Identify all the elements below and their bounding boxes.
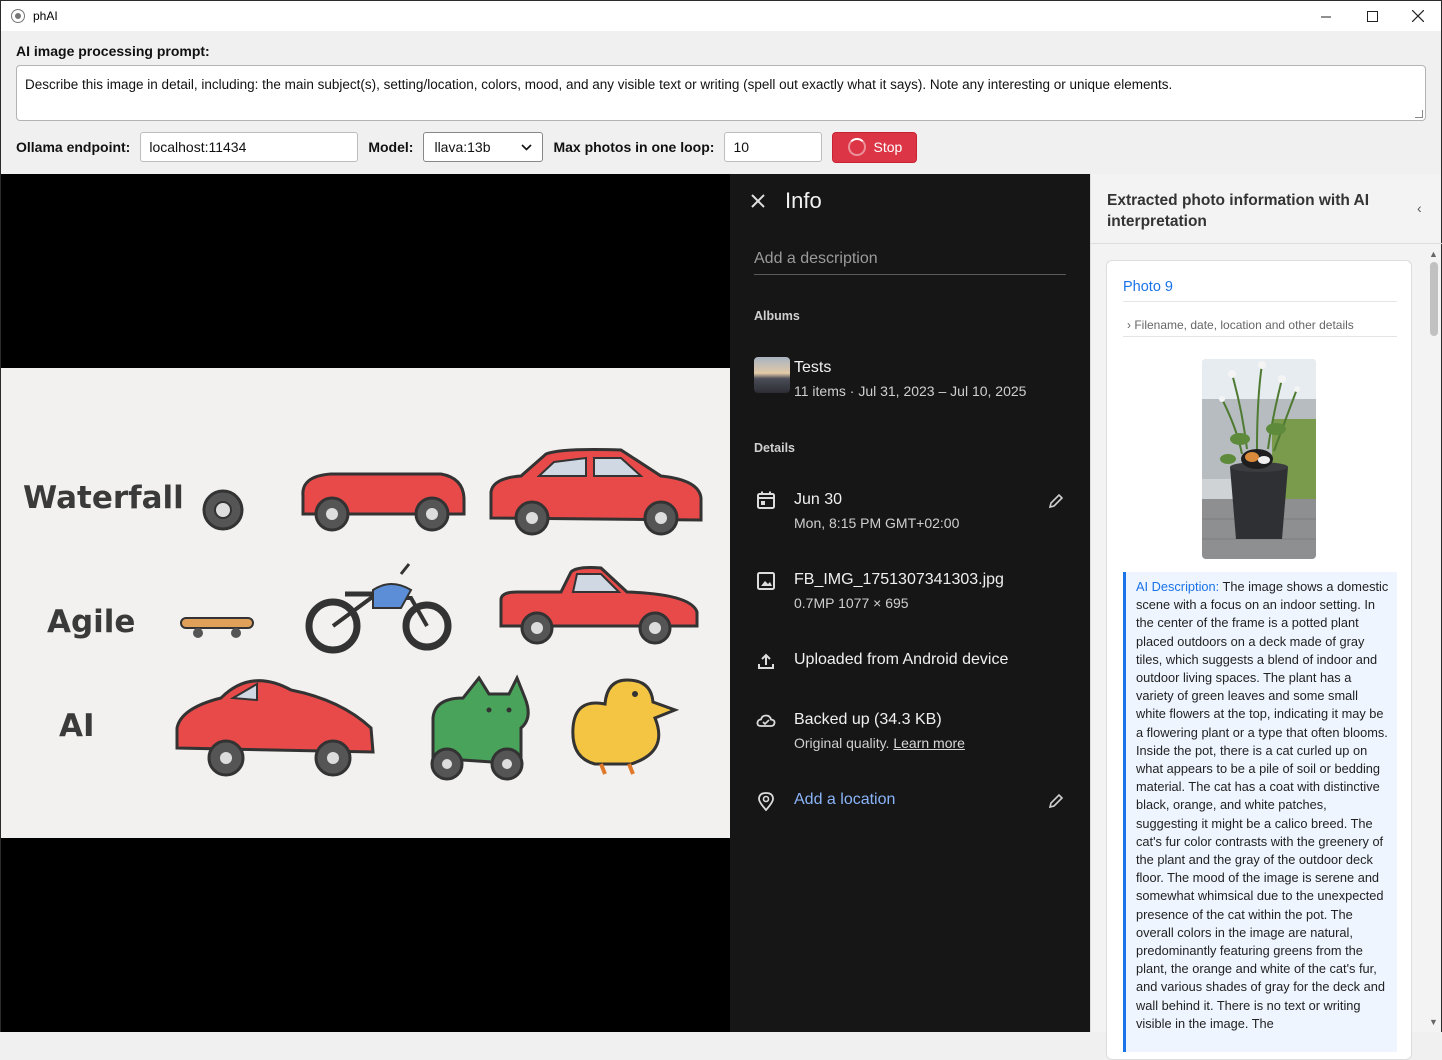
- cloud-done-icon: [756, 714, 776, 727]
- details-heading: Details: [754, 441, 795, 455]
- backup-status: Backed up (34.3 KB): [794, 711, 942, 728]
- photo-viewer[interactable]: Waterfall Agile AI: [1, 174, 730, 1032]
- description-input[interactable]: Add a description: [754, 250, 1066, 275]
- ai-description-label: AI Description:: [1136, 579, 1220, 594]
- wheel-drawing: [202, 489, 244, 531]
- scrollbar[interactable]: [1427, 248, 1441, 1032]
- model-label: Model:: [368, 139, 414, 155]
- stop-button[interactable]: Stop: [832, 131, 918, 163]
- endpoint-label: Ollama endpoint:: [16, 139, 131, 155]
- max-photos-value: 10: [733, 139, 750, 155]
- collapse-chevron-icon[interactable]: ‹: [1417, 200, 1422, 216]
- model-value: llava:13b: [434, 139, 491, 155]
- scroll-down-arrow-icon[interactable]: ▼: [1429, 1017, 1438, 1027]
- learn-more-link[interactable]: Learn more: [893, 735, 965, 751]
- maximize-icon: [1366, 10, 1378, 22]
- sedan-drawing: [175, 679, 375, 777]
- panel-header: Extracted photo information with AI inte…: [1107, 192, 1370, 230]
- minimize-icon: [1320, 16, 1331, 17]
- endpoint-value: localhost:11434: [149, 139, 247, 155]
- close-icon: [1412, 10, 1424, 22]
- duck-drawing: [571, 678, 680, 775]
- potted-plant-cat-image: [1202, 359, 1316, 559]
- model-select[interactable]: llava:13b: [423, 132, 544, 162]
- info-title: Info: [785, 188, 822, 213]
- backup-quality: Original quality. Learn more: [794, 735, 965, 751]
- max-photos-input[interactable]: 10: [724, 132, 823, 162]
- image-icon: [757, 572, 775, 590]
- albums-heading: Albums: [754, 309, 800, 323]
- stop-label: Stop: [873, 139, 903, 155]
- vehicles-illustration: Waterfall Agile AI: [23, 448, 703, 781]
- skateboard-drawing: [180, 617, 254, 638]
- controls-row: Ollama endpoint: localhost:11434 Model: …: [16, 131, 918, 163]
- photo-image: Waterfall Agile AI: [1, 368, 730, 838]
- title-bar: phAI: [0, 0, 1442, 31]
- resize-handle[interactable]: [1415, 110, 1423, 118]
- card-divider: [1123, 301, 1397, 302]
- photo-date: Jun 30: [794, 491, 843, 508]
- car-body-drawing: [301, 472, 466, 532]
- backup-quality-text: Original quality.: [794, 735, 894, 751]
- row-label-ai: AI: [59, 708, 95, 744]
- photo-thumbnail[interactable]: [1202, 359, 1316, 559]
- pickup-car-drawing: [499, 566, 699, 645]
- photo-card: Photo 9 › Filename, date, location and o…: [1106, 260, 1412, 1060]
- cat-vehicle-drawing: [430, 674, 530, 781]
- scrollbar-thumb[interactable]: [1430, 262, 1438, 336]
- motorbike-drawing: [305, 563, 452, 654]
- row-label-agile: Agile: [47, 604, 135, 640]
- info-panel: Info Add a description Albums Tests 11 i…: [730, 174, 1090, 1032]
- window-title: phAI: [33, 9, 58, 23]
- ai-description-text: The image shows a domestic scene with a …: [1136, 579, 1389, 1031]
- calendar-icon: [757, 491, 775, 509]
- prompt-textarea[interactable]: Describe this image in detail, including…: [16, 65, 1426, 121]
- max-photos-label: Max photos in one loop:: [553, 139, 715, 155]
- card-divider: [1123, 336, 1397, 337]
- album-name[interactable]: Tests: [794, 359, 831, 377]
- file-name: FB_IMG_1751307341303.jpg: [794, 571, 1004, 588]
- close-window-button[interactable]: [1395, 1, 1441, 31]
- details-toggle[interactable]: › Filename, date, location and other det…: [1127, 318, 1354, 332]
- location-pin-icon: [758, 792, 774, 811]
- album-thumbnail[interactable]: [754, 357, 790, 393]
- add-location-link[interactable]: Add a location: [794, 791, 895, 809]
- ai-description: AI Description: The image shows a domest…: [1123, 572, 1397, 1052]
- full-car-drawing: [489, 448, 703, 536]
- endpoint-input[interactable]: localhost:11434: [140, 132, 359, 162]
- photo-card-title[interactable]: Photo 9: [1123, 279, 1173, 295]
- app-gear-icon: [11, 9, 25, 23]
- maximize-button[interactable]: [1349, 1, 1395, 31]
- chevron-down-icon: [521, 143, 533, 151]
- album-meta: 11 items · Jul 31, 2023 – Jul 10, 2025: [794, 383, 1027, 399]
- prompt-label: AI image processing prompt:: [16, 43, 210, 59]
- edit-date-icon[interactable]: [1048, 493, 1064, 509]
- ai-results-panel: Extracted photo information with AI inte…: [1090, 174, 1442, 1060]
- minimize-button[interactable]: [1303, 1, 1349, 31]
- close-info-icon[interactable]: [749, 192, 767, 210]
- spinner-icon: [847, 138, 866, 156]
- scroll-up-arrow-icon[interactable]: ▲: [1429, 249, 1438, 259]
- window-controls: [1303, 1, 1441, 31]
- photo-time: Mon, 8:15 PM GMT+02:00: [794, 515, 960, 531]
- description-placeholder: Add a description: [754, 250, 878, 267]
- edit-location-icon[interactable]: [1048, 793, 1064, 809]
- file-dimensions: 0.7MP 1077 × 695: [794, 595, 909, 611]
- row-label-waterfall: Waterfall: [23, 480, 184, 516]
- upload-icon: [758, 653, 774, 669]
- upload-source: Uploaded from Android device: [794, 651, 1009, 668]
- prompt-text: Describe this image in detail, including…: [25, 77, 1173, 92]
- panel-divider: [1091, 243, 1442, 244]
